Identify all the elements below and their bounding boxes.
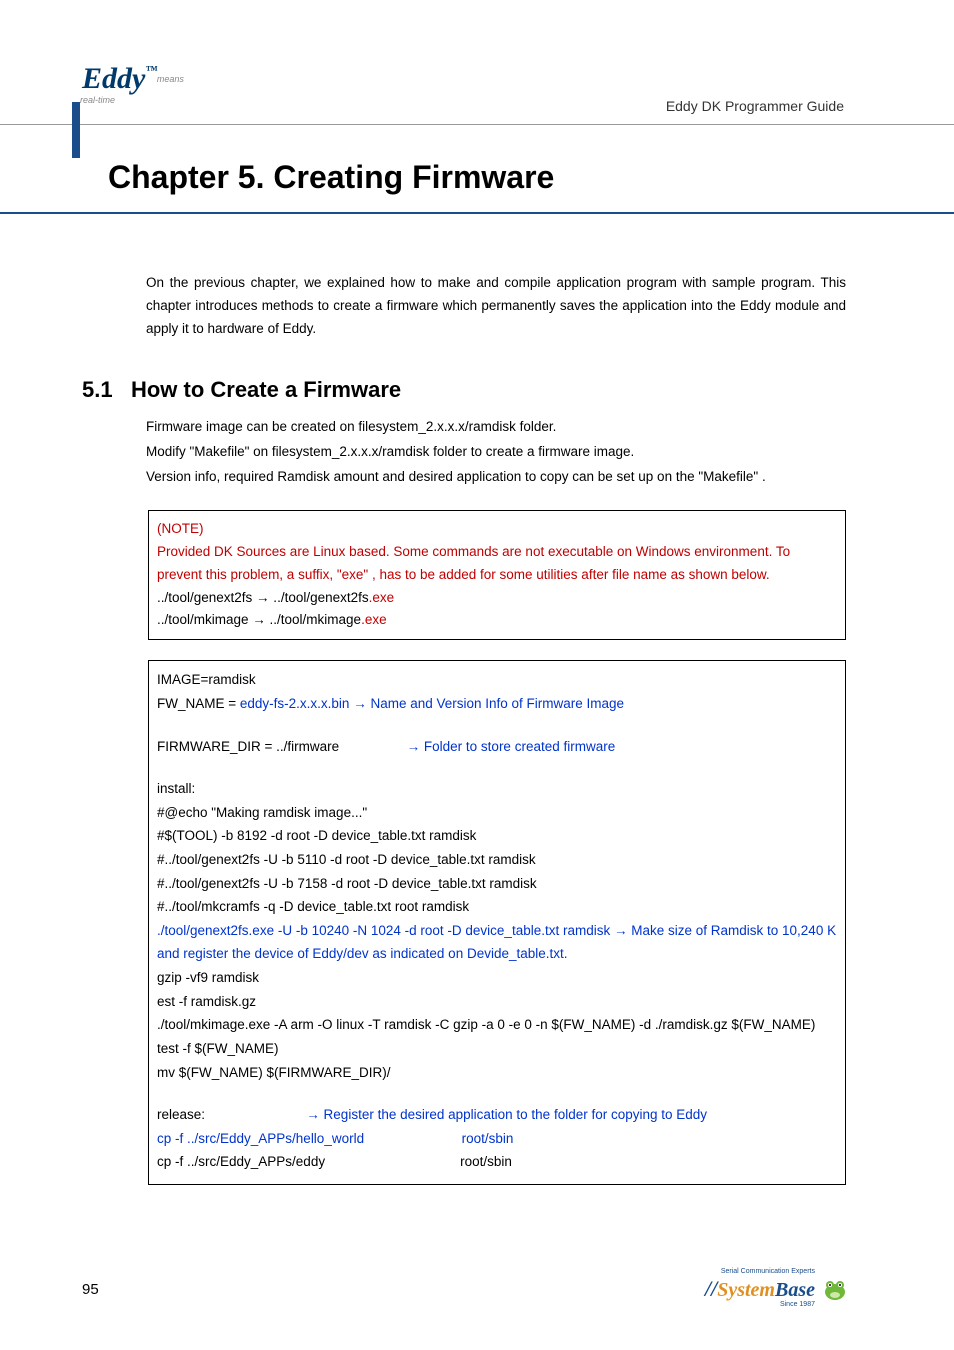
code-l19a: release: [157, 1107, 205, 1122]
code-l12: ./tool/genext2fs.exe -U -b 10240 -N 1024… [157, 919, 837, 966]
code-l15: ./tool/mkimage.exe -A arm -O linux -T ra… [157, 1013, 837, 1037]
code-l21a: cp -f ../src/Eddy_APPs/eddy [157, 1154, 325, 1169]
logo-sub-2: real-time [80, 95, 115, 105]
code-l17: mv $(FW_NAME) $(FIRMWARE_DIR)/ [157, 1061, 837, 1085]
code-l13: gzip -vf9 ramdisk [157, 966, 837, 990]
code-l19: release: → Register the desired applicat… [157, 1103, 837, 1127]
note-cmd-1b: .exe [369, 590, 395, 605]
footer-logo-base: Base [775, 1279, 815, 1301]
section-heading: How to Create a Firmware [131, 377, 401, 402]
logo-main: Eddy [82, 62, 145, 95]
logo: Eddy™ means real-time [82, 62, 192, 114]
note-box: (NOTE) Provided DK Sources are Linux bas… [148, 510, 846, 641]
note-cmd-2a: ../tool/mkimage → ../tool/mkimage [157, 612, 361, 627]
logo-tm: ™ [145, 63, 157, 77]
header-title: Eddy DK Programmer Guide [666, 98, 844, 114]
code-l12b: → [614, 923, 628, 938]
logo-text: Eddy™ [82, 62, 165, 95]
note-cmd-1a: ../tool/genext2fs → ../tool/genext2fs [157, 590, 369, 605]
code-l19b: → Register the desired application to th… [205, 1107, 707, 1122]
section-line-1: Firmware image can be created on filesys… [146, 415, 846, 440]
chapter-title: Chapter 5. Creating Firmware [0, 125, 954, 214]
section-body: Firmware image can be created on filesys… [0, 415, 954, 490]
code-l11: #../tool/mkcramfs -q -D device_table.txt… [157, 895, 837, 919]
code-l4b: → Folder to store created firmware [339, 739, 615, 754]
logo-sub-1: means [157, 74, 184, 84]
page-number: 95 [82, 1281, 99, 1298]
note-cmd-1: ../tool/genext2fs → ../tool/genext2fs.ex… [157, 587, 837, 610]
code-l18 [157, 1084, 837, 1103]
section-title: 5.1 How to Create a Firmware [0, 377, 954, 403]
code-l2b: eddy-fs-2.x.x.x.bin [240, 696, 350, 711]
footer-logo-sys: System [717, 1279, 775, 1301]
code-l5 [157, 758, 837, 777]
note-label: (NOTE) [157, 518, 837, 541]
section-number: 5.1 [82, 377, 113, 402]
code-l2c: → Name and Version Info of Firmware Imag… [349, 696, 624, 711]
code-l14: est -f ramdisk.gz [157, 990, 837, 1014]
code-l4a: FIRMWARE_DIR = ../firmware [157, 739, 339, 754]
code-l3 [157, 716, 837, 735]
code-l21: cp -f ../src/Eddy_APPs/eddy root/sbin [157, 1150, 837, 1174]
frog-icon [820, 1274, 850, 1304]
code-l1: IMAGE=ramdisk [157, 668, 837, 692]
page-header: Eddy™ means real-time Eddy DK Programmer… [0, 0, 954, 125]
footer-logo: Serial Communication Experts //SystemBas… [705, 1269, 850, 1308]
code-l4: FIRMWARE_DIR = ../firmware → Folder to s… [157, 735, 837, 759]
code-l9: #../tool/genext2fs -U -b 5110 -d root -D… [157, 848, 837, 872]
code-l6: install: [157, 777, 837, 801]
code-l16: test -f $(FW_NAME) [157, 1037, 837, 1061]
footer-tag-1: Serial Communication Experts [705, 1269, 815, 1275]
footer-tag-2: Since 1987 [705, 1302, 815, 1308]
section-line-3: Version info, required Ramdisk amount an… [146, 465, 846, 490]
note-cmd-2b: .exe [361, 612, 387, 627]
code-l12a: ./tool/genext2fs.exe -U -b 10240 -N 1024… [157, 923, 614, 938]
code-l10: #../tool/genext2fs -U -b 7158 -d root -D… [157, 872, 837, 896]
note-text: Provided DK Sources are Linux based. Som… [157, 541, 837, 587]
code-box: IMAGE=ramdisk FW_NAME = eddy-fs-2.x.x.x.… [148, 660, 846, 1185]
code-l2a: FW_NAME = [157, 696, 240, 711]
code-l8: #$(TOOL) -b 8192 -d root -D device_table… [157, 824, 837, 848]
footer-slash-icon: // [705, 1276, 717, 1301]
code-l7: #@echo "Making ramdisk image..." [157, 801, 837, 825]
code-l20: cp -f ../src/Eddy_APPs/hello_world root/… [157, 1127, 837, 1151]
intro-paragraph: On the previous chapter, we explained ho… [0, 272, 954, 341]
section-line-2: Modify "Makefile" on filesystem_2.x.x.x/… [146, 440, 846, 465]
note-cmd-2: ../tool/mkimage → ../tool/mkimage.exe [157, 609, 837, 632]
code-l21b: root/sbin [325, 1154, 512, 1169]
accent-bar [72, 102, 80, 158]
code-l2: FW_NAME = eddy-fs-2.x.x.x.bin → Name and… [157, 692, 837, 716]
